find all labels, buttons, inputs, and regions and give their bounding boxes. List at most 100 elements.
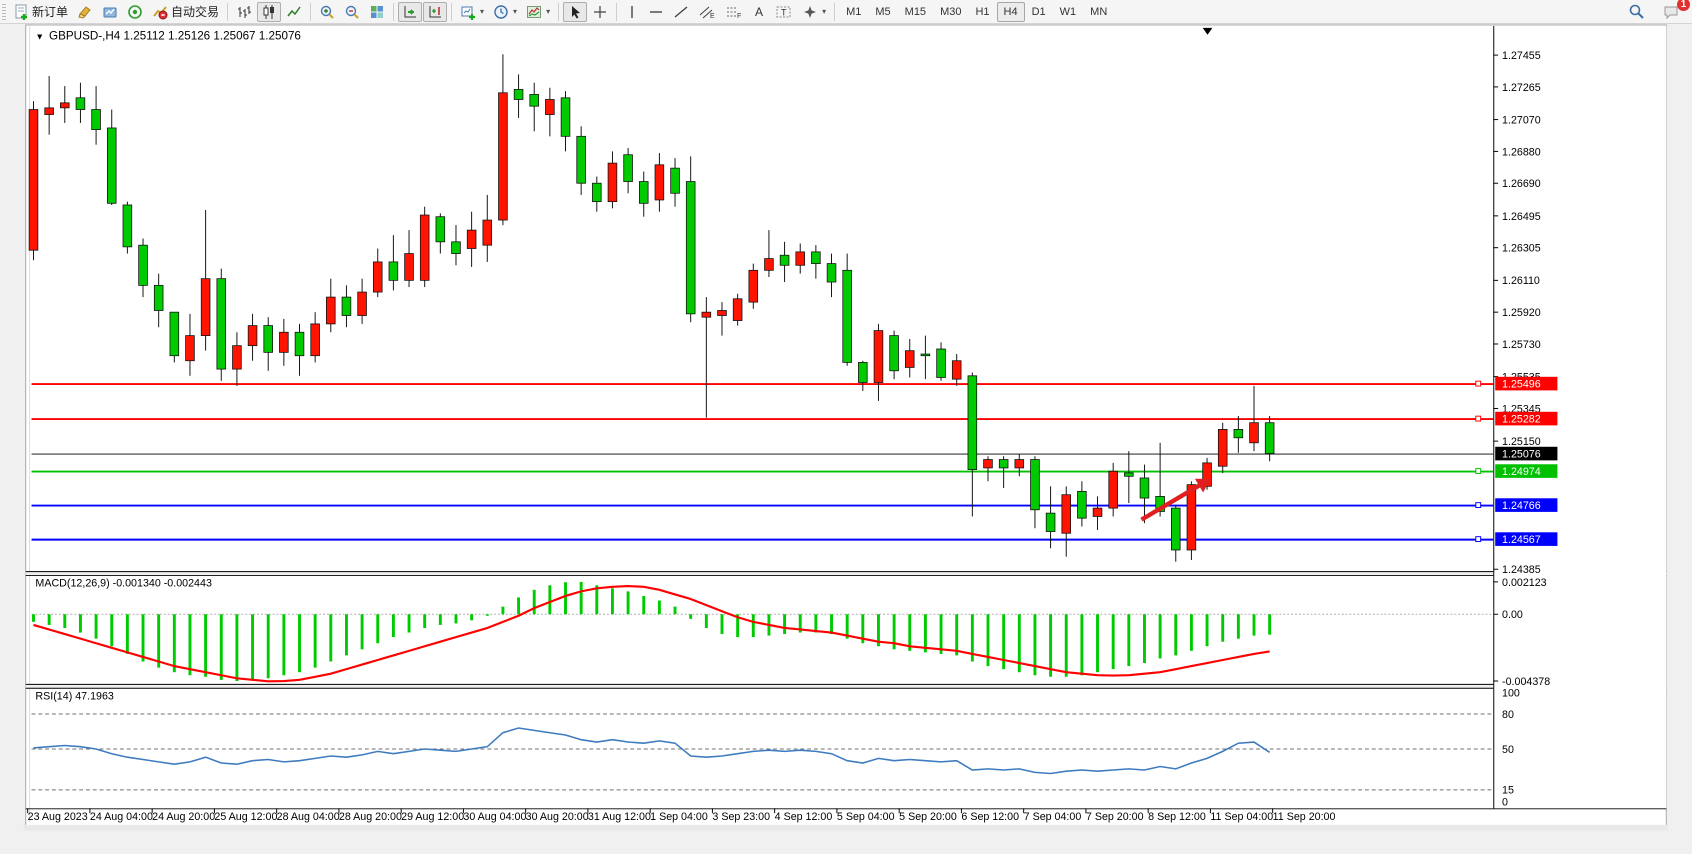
candle-bullish <box>279 332 288 352</box>
rsi-axis-label: 80 <box>1502 709 1514 721</box>
zoom-in-icon <box>319 4 335 20</box>
timeframe-button-M1[interactable]: M1 <box>839 2 868 22</box>
candle-bullish <box>608 163 617 202</box>
new-order-button[interactable]: 新订单 <box>9 2 72 22</box>
candle-bullish <box>29 110 38 251</box>
fibonacci-button[interactable]: F <box>721 2 747 22</box>
new-chart-button[interactable]: ▾ <box>456 2 488 22</box>
indicators-button[interactable]: ▾ <box>522 2 554 22</box>
candle-bearish <box>1046 513 1055 531</box>
price-axis-label: 1.27070 <box>1502 114 1541 126</box>
candle-bullish <box>373 262 382 292</box>
auto-scroll-button[interactable] <box>398 2 422 22</box>
macd-axis-label: -0.004378 <box>1502 676 1550 688</box>
candle-bearish <box>937 349 946 377</box>
hline-handle-1.24766[interactable] <box>1476 503 1481 508</box>
time-axis-label: 5 Sep 04:00 <box>837 811 895 823</box>
bottom-strip <box>24 825 1668 831</box>
tile-windows-button[interactable] <box>365 2 389 22</box>
zoom-out-button[interactable] <box>340 2 364 22</box>
candle-bearish <box>577 136 586 183</box>
time-axis-label: 30 Aug 20:00 <box>526 811 589 823</box>
timeframe-button-M15[interactable]: M15 <box>898 2 933 22</box>
crosshair-button[interactable] <box>588 2 612 22</box>
candle-bearish <box>342 297 351 315</box>
hline-handle-1.25496[interactable] <box>1476 381 1481 386</box>
candle-bullish <box>749 270 758 302</box>
candle-bearish <box>999 460 1008 468</box>
zoom-in-button[interactable] <box>315 2 339 22</box>
line-chart-button[interactable] <box>282 2 306 22</box>
candle-bullish <box>1218 429 1227 466</box>
price-badge-text: 1.24567 <box>1502 534 1541 546</box>
styles-button[interactable] <box>73 2 97 22</box>
timeframe-button-M30[interactable]: M30 <box>933 2 968 22</box>
signals-button[interactable] <box>123 2 147 22</box>
timeframe-button-H1[interactable]: H1 <box>968 2 996 22</box>
candle-bearish <box>639 182 648 204</box>
vertical-line-icon <box>625 4 639 20</box>
styles-icon <box>77 4 93 20</box>
trendline-button[interactable] <box>669 2 693 22</box>
price-badge-text: 1.25496 <box>1502 378 1541 390</box>
candle-bearish <box>154 285 163 310</box>
hline-handle-1.24567[interactable] <box>1476 537 1481 542</box>
candle-bullish <box>545 99 554 114</box>
timeframe-button-H4[interactable]: H4 <box>997 2 1025 22</box>
vertical-line-button[interactable] <box>621 2 643 22</box>
svg-text:E: E <box>710 13 715 20</box>
time-axis-label: 29 Aug 12:00 <box>401 811 464 823</box>
market-watch-button[interactable] <box>98 2 122 22</box>
chart-shift-button[interactable] <box>423 2 447 22</box>
candle-bullish <box>765 259 774 271</box>
main-toolbar: 新订单 自动交易 <box>0 0 1692 24</box>
candlestick-chart-button[interactable] <box>257 2 281 22</box>
candle-bearish <box>107 128 116 203</box>
equidistant-channel-button[interactable]: E <box>694 2 720 22</box>
signals-icon <box>127 4 143 20</box>
text-icon: A <box>752 4 766 20</box>
candle-bearish <box>561 98 570 137</box>
text-button[interactable]: A <box>748 2 770 22</box>
timeframe-button-M5[interactable]: M5 <box>868 2 897 22</box>
bar-chart-button[interactable] <box>232 2 256 22</box>
time-axis-label: 3 Sep 23:00 <box>712 811 770 823</box>
autotrading-button[interactable]: 自动交易 <box>148 2 223 22</box>
candle-bearish <box>858 362 867 382</box>
time-axis-label: 4 Sep 12:00 <box>775 811 833 823</box>
timeframe-button-D1[interactable]: D1 <box>1025 2 1053 22</box>
hline-handle-1.25282[interactable] <box>1476 416 1481 421</box>
text-label-button[interactable]: T <box>771 2 797 22</box>
time-axis-label: 28 Aug 04:00 <box>277 811 340 823</box>
candle-bearish <box>217 279 226 369</box>
candle-bearish <box>436 217 445 242</box>
candle-bearish <box>968 376 977 470</box>
arrows-button[interactable]: ▾ <box>798 2 830 22</box>
time-axis-label: 28 Aug 20:00 <box>339 811 402 823</box>
candle-bearish <box>592 183 601 201</box>
price-axis-label: 1.25150 <box>1502 436 1541 448</box>
price-axis-label: 1.27455 <box>1502 50 1541 62</box>
rsi-axis-label: 15 <box>1502 785 1514 797</box>
profiles-button[interactable]: ▾ <box>489 2 521 22</box>
price-badge-text: 1.24766 <box>1502 500 1541 512</box>
candle-bullish <box>655 165 664 200</box>
candle-bullish <box>499 93 508 220</box>
candle-bullish <box>326 297 335 324</box>
price-axis-label: 1.27265 <box>1502 82 1541 94</box>
cursor-button[interactable] <box>563 2 587 22</box>
horizontal-line-button[interactable] <box>644 2 668 22</box>
candle-bearish <box>686 182 695 314</box>
chart-canvas[interactable]: ▼GBPUSD-,H4 1.25112 1.25126 1.25067 1.25… <box>0 24 1692 854</box>
price-axis-label: 1.26110 <box>1502 275 1540 287</box>
price-badge-text: 1.24974 <box>1502 466 1541 478</box>
price-axis-label: 1.26690 <box>1502 178 1541 190</box>
timeframe-button-W1[interactable]: W1 <box>1053 2 1084 22</box>
timeframe-button-MN[interactable]: MN <box>1083 2 1114 22</box>
notifications-button[interactable]: 1 <box>1659 2 1684 22</box>
hline-handle-1.24974[interactable] <box>1476 469 1481 474</box>
candle-bearish <box>170 312 179 356</box>
rsi-axis-label: 100 <box>1502 688 1520 700</box>
search-button[interactable] <box>1624 2 1649 22</box>
autotrading-label: 自动交易 <box>171 3 219 20</box>
